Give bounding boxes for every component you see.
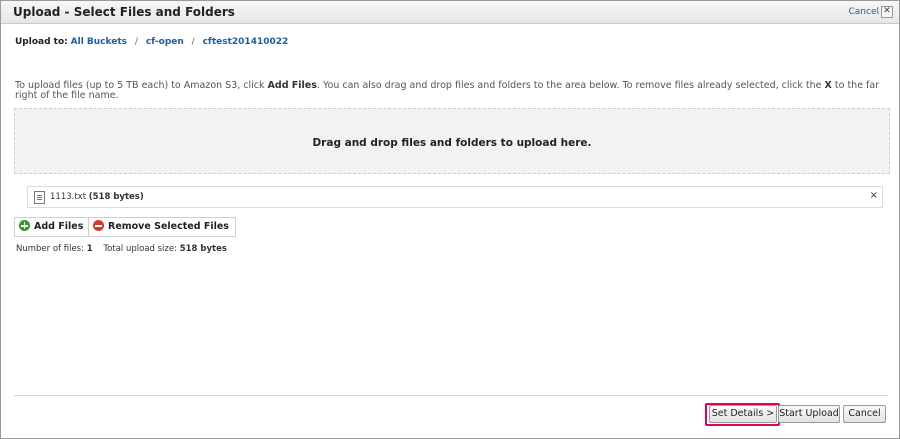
upload-stats: Number of files: 1 Total upload size: 51… <box>16 244 227 254</box>
breadcrumb: Upload to: All Buckets / cf-open / cftes… <box>15 37 288 47</box>
document-icon <box>34 191 45 204</box>
file-row[interactable]: 1113.txt (518 bytes) × <box>27 186 883 208</box>
close-icon[interactable]: ✕ <box>881 6 893 18</box>
add-icon <box>19 220 30 231</box>
add-files-label: Add Files <box>34 221 84 232</box>
upload-size-value: 518 bytes <box>179 244 227 254</box>
file-name-text: 1113.txt <box>50 192 87 202</box>
breadcrumb-bucket[interactable]: cf-open <box>146 37 184 47</box>
instructions-add-files: Add Files <box>267 80 317 91</box>
instructions-x: X <box>824 80 832 91</box>
breadcrumb-separator: / <box>191 37 195 47</box>
upload-dialog: Upload - Select Files and Folders Cancel… <box>0 0 900 439</box>
remove-icon <box>93 220 104 231</box>
breadcrumb-separator: / <box>134 37 138 47</box>
upload-instructions: To upload files (up to 5 TB each) to Ama… <box>15 81 887 101</box>
remove-file-icon[interactable]: × <box>870 190 878 201</box>
dialog-title: Upload - Select Files and Folders <box>13 5 235 19</box>
instructions-text: . You can also drag and drop files and f… <box>316 80 825 91</box>
start-upload-button[interactable]: Start Upload <box>778 405 840 423</box>
footer-divider <box>14 395 888 396</box>
file-name: 1113.txt (518 bytes) <box>50 192 144 202</box>
title-cancel-link[interactable]: Cancel <box>849 7 880 17</box>
remove-selected-label: Remove Selected Files <box>108 221 229 232</box>
add-files-button[interactable]: Add Files <box>14 217 91 237</box>
file-count-value: 1 <box>86 244 93 254</box>
breadcrumb-all-buckets[interactable]: All Buckets <box>71 37 127 47</box>
breadcrumb-folder[interactable]: cftest201410022 <box>203 37 289 47</box>
file-size: (518 bytes) <box>88 192 144 202</box>
remove-selected-files-button[interactable]: Remove Selected Files <box>88 217 236 237</box>
drop-zone-text: Drag and drop files and folders to uploa… <box>312 137 592 149</box>
drop-zone[interactable]: Drag and drop files and folders to uploa… <box>14 108 890 174</box>
upload-size-label: Total upload size: <box>103 244 177 254</box>
file-count-label: Number of files: <box>16 244 84 254</box>
cancel-button[interactable]: Cancel <box>843 405 886 423</box>
set-details-button[interactable]: Set Details > <box>709 405 777 423</box>
breadcrumb-label: Upload to: <box>15 37 68 47</box>
dialog-titlebar: Upload - Select Files and Folders Cancel… <box>1 1 899 24</box>
